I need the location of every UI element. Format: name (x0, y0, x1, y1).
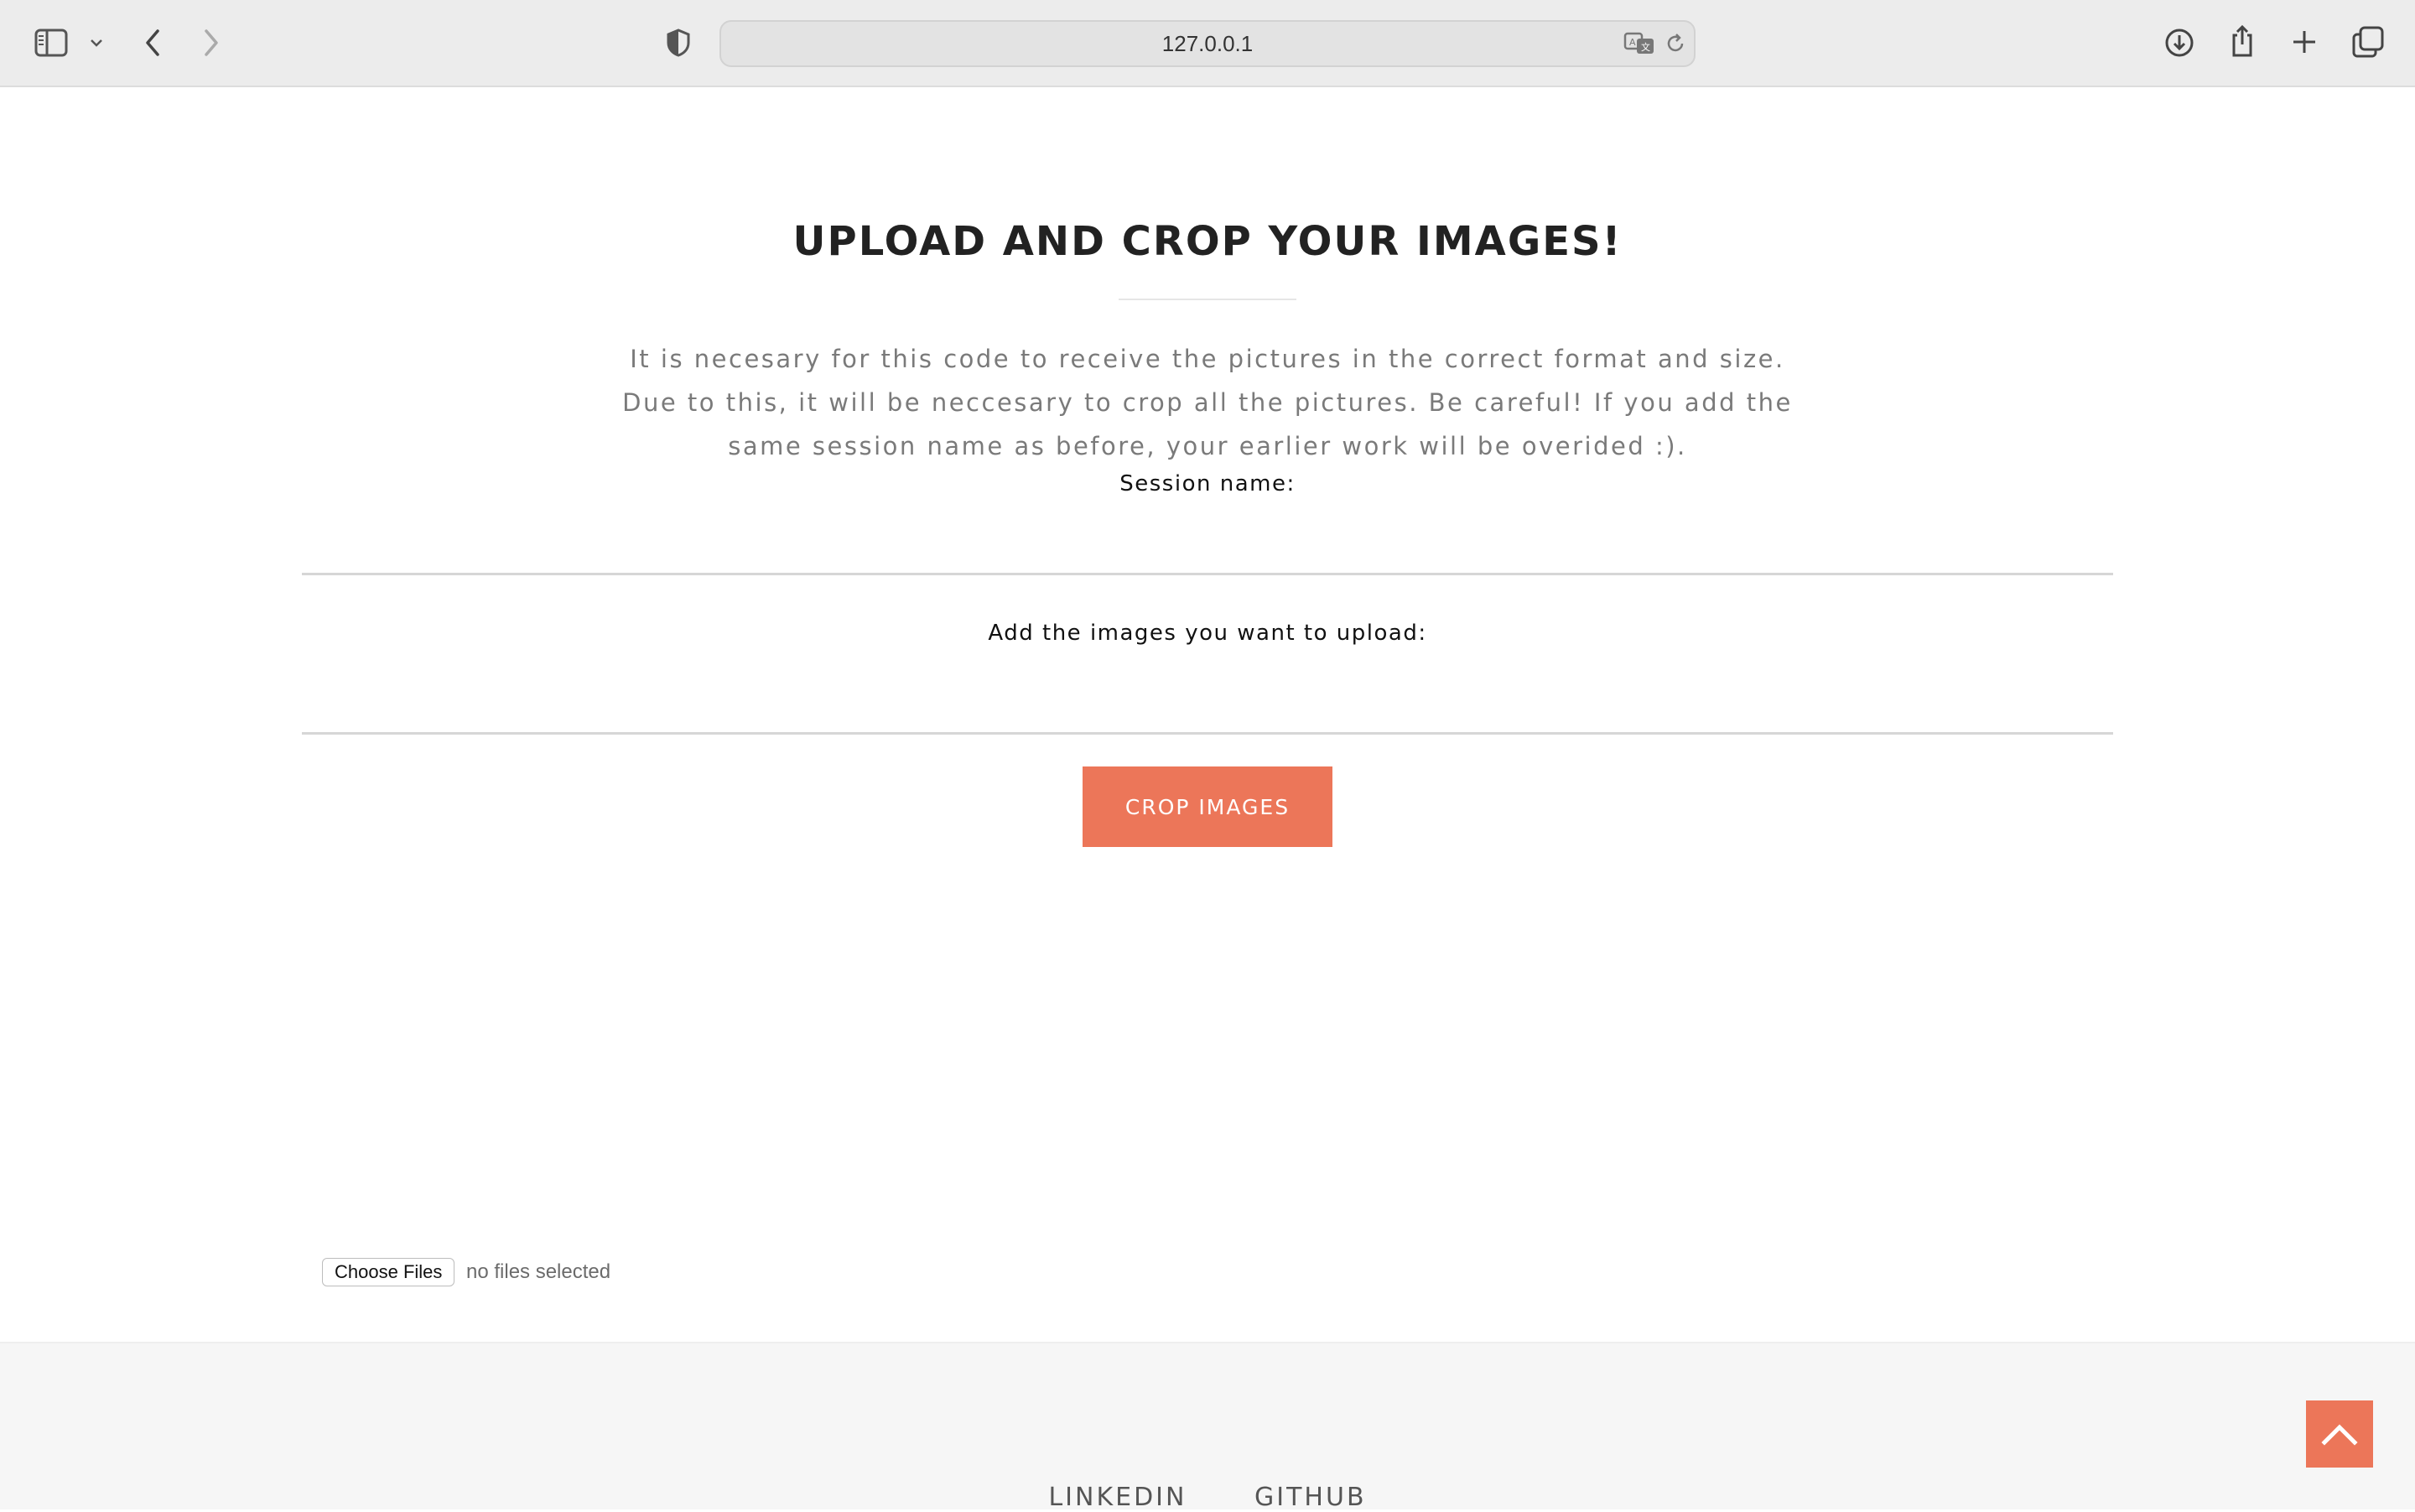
description-line: Due to this, it will be neccesary to cro… (622, 388, 1793, 417)
share-icon[interactable] (2227, 23, 2257, 59)
description-line: It is necesary for this code to receive … (630, 345, 1785, 373)
download-icon[interactable] (2163, 27, 2195, 59)
back-icon[interactable] (139, 25, 166, 60)
github-link[interactable]: GITHUB (1254, 1483, 1367, 1512)
crop-images-button[interactable]: CROP IMAGES (1083, 766, 1332, 847)
linkedin-link[interactable]: LINKEDIN (1048, 1483, 1187, 1512)
svg-text:A: A (1629, 37, 1636, 48)
chevron-up-icon (2321, 1424, 2358, 1446)
browser-toolbar: 127.0.0.1 A文 (0, 0, 2415, 87)
images-upload-label: Add the images you want to upload: (988, 621, 1427, 646)
back-to-top-button[interactable] (2306, 1400, 2373, 1468)
translate-icon[interactable]: A文 (1623, 30, 1657, 60)
title-divider (1119, 299, 1296, 300)
footer-links: LINKEDIN GITHUB (0, 1483, 2415, 1512)
description-line: same session name as before, your earlie… (728, 432, 1687, 460)
session-name-input[interactable] (302, 507, 2113, 575)
sidebar-icon[interactable] (34, 27, 69, 59)
address-bar[interactable]: 127.0.0.1 A文 (719, 20, 1696, 67)
footer: LINKEDIN GITHUB (0, 1342, 2415, 1512)
new-tab-icon[interactable] (2289, 27, 2319, 57)
page-title: UPLOAD AND CROP YOUR IMAGES! (792, 218, 1623, 265)
file-upload-field: Choose Files no files selected (302, 666, 2113, 1286)
session-name-label: Session name: (1119, 471, 1296, 496)
shield-icon[interactable] (664, 27, 693, 59)
tabs-overview-icon[interactable] (2351, 25, 2385, 59)
page-content: UPLOAD AND CROP YOUR IMAGES! It is neces… (0, 87, 2415, 1342)
description: It is necesary for this code to receive … (621, 337, 1794, 468)
url-text: 127.0.0.1 (1161, 30, 1254, 56)
forward-icon[interactable] (198, 25, 225, 60)
chevron-down-icon[interactable] (87, 34, 106, 52)
file-status-text: no files selected (466, 1260, 611, 1283)
reload-icon[interactable] (1664, 32, 1687, 59)
choose-files-button[interactable]: Choose Files (322, 1258, 455, 1286)
svg-text:文: 文 (1641, 41, 1650, 53)
